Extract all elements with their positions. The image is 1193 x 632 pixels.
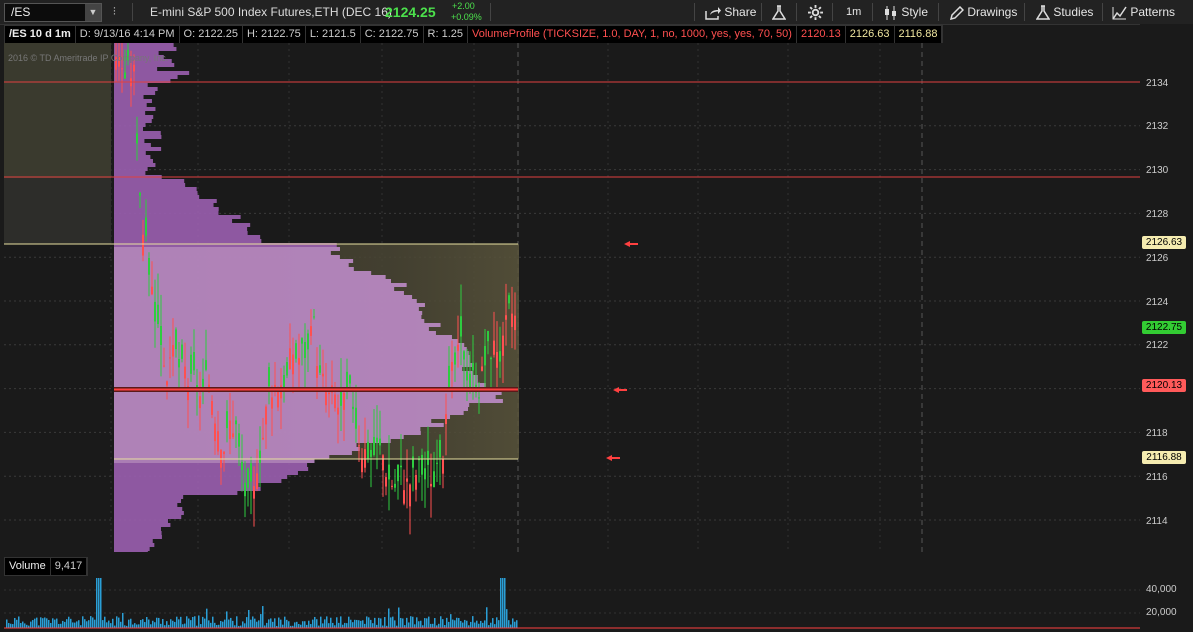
share-icon bbox=[705, 6, 721, 20]
bar-open: O: 2122.25 bbox=[180, 26, 243, 43]
axis-tick: 2118 bbox=[1146, 428, 1168, 439]
bar-high: H: 2122.75 bbox=[243, 26, 306, 43]
bar-close: C: 2122.75 bbox=[361, 26, 424, 43]
volume-axis: 40,000 20,000 bbox=[1140, 557, 1193, 632]
axis-tick: 2128 bbox=[1146, 209, 1169, 220]
price-change-pct: +0.09% bbox=[451, 12, 482, 22]
symbol-selector[interactable]: /ES ▼ bbox=[4, 3, 102, 22]
axis-tick: 2122 bbox=[1146, 340, 1169, 351]
studies-button[interactable]: Studies bbox=[1035, 0, 1094, 24]
pencil-icon bbox=[949, 5, 965, 20]
share-label: Share bbox=[724, 5, 757, 19]
study-poc: 2120.13 bbox=[797, 26, 846, 43]
patterns-button[interactable]: Patterns bbox=[1112, 0, 1175, 24]
axis-tick: 2114 bbox=[1146, 516, 1168, 527]
flask-icon bbox=[771, 5, 787, 20]
last-price: 2124.25 bbox=[385, 4, 436, 20]
studies-label: Studies bbox=[1053, 5, 1094, 19]
last-price-tag: 2122.75 bbox=[1142, 321, 1186, 334]
axis-tick: 2126 bbox=[1146, 253, 1169, 264]
price-axis[interactable]: 2134 2132 2130 2128 2126 2124 2122 2120 … bbox=[1140, 24, 1193, 552]
style-button[interactable]: Style bbox=[884, 0, 928, 24]
bar-date: D: 9/13/16 4:14 PM bbox=[76, 26, 180, 43]
axis-tick: 2134 bbox=[1146, 78, 1169, 89]
flask-icon bbox=[1035, 5, 1051, 20]
price-change: +2.00 bbox=[452, 1, 475, 11]
overnight-area-lower bbox=[4, 178, 111, 244]
link-icon[interactable]: ⫶ bbox=[113, 0, 116, 24]
style-label: Style bbox=[901, 5, 929, 19]
drawings-button[interactable]: Drawings bbox=[949, 0, 1018, 24]
chart-label: /ES 10 d 1m bbox=[5, 26, 76, 43]
axis-tick: 2130 bbox=[1146, 165, 1169, 176]
patterns-label: Patterns bbox=[1130, 5, 1176, 19]
price-chart[interactable]: 2016 © TD Ameritrade IP Company, Inc. bbox=[4, 43, 1140, 552]
volume-label[interactable]: Volume bbox=[5, 558, 51, 575]
volume-header: Volume 9,417 bbox=[4, 557, 89, 576]
watermark: 2016 © TD Ameritrade IP Company, Inc. bbox=[8, 53, 168, 63]
symbol-text: /ES bbox=[11, 5, 31, 19]
drawings-label: Drawings bbox=[967, 5, 1018, 19]
bar-low: L: 2121.5 bbox=[306, 26, 361, 43]
axis-tick: 20,000 bbox=[1146, 607, 1177, 618]
chevron-down-icon[interactable]: ▼ bbox=[85, 4, 101, 21]
axis-tick: 40,000 bbox=[1146, 584, 1177, 595]
settings-button[interactable] bbox=[808, 0, 823, 24]
candlestick-icon bbox=[885, 5, 896, 20]
gear-icon bbox=[808, 5, 823, 21]
study-vah: 2126.63 bbox=[846, 26, 895, 43]
axis-tick: 2132 bbox=[1146, 121, 1169, 132]
share-button[interactable]: Share bbox=[705, 0, 756, 24]
axis-tick: 2116 bbox=[1146, 472, 1168, 483]
study-label[interactable]: VolumeProfile (TICKSIZE, 1.0, DAY, 1, no… bbox=[468, 26, 797, 43]
timeframe-button[interactable]: 1m bbox=[846, 0, 861, 24]
overnight-area bbox=[4, 43, 111, 178]
volume-chart[interactable] bbox=[4, 557, 1140, 632]
axis-tick: 2124 bbox=[1146, 297, 1169, 308]
poc-price-tag: 2120.13 bbox=[1142, 379, 1186, 392]
val-price-tag: 2116.88 bbox=[1142, 451, 1186, 464]
study-val: 2116.88 bbox=[895, 26, 943, 43]
bar-range: R: 1.25 bbox=[424, 26, 468, 43]
volume-value: 9,417 bbox=[51, 558, 88, 575]
flask-button[interactable] bbox=[771, 0, 787, 24]
top-toolbar: /ES ▼ ⫶ E-mini S&P 500 Index Futures,ETH… bbox=[0, 0, 1193, 25]
vah-price-tag: 2126.63 bbox=[1142, 236, 1186, 249]
patterns-icon bbox=[1112, 6, 1127, 20]
symbol-description: E-mini S&P 500 Index Futures,ETH (DEC 16… bbox=[150, 5, 392, 19]
chart-info-bar: /ES 10 d 1m D: 9/13/16 4:14 PM O: 2122.25 H… bbox=[4, 25, 944, 44]
